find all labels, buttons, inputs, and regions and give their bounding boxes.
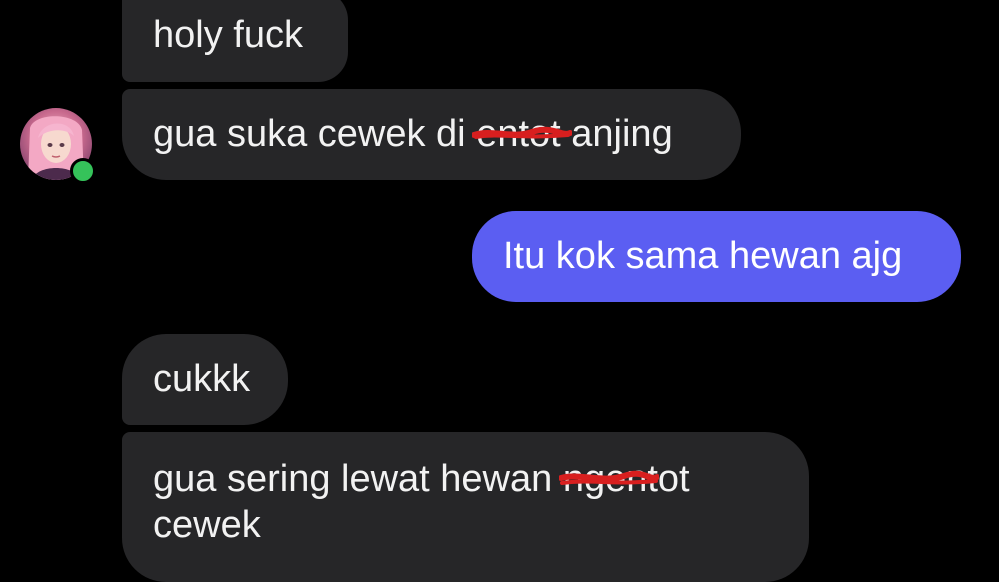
message-line: gua sering lewat hewan ngentot	[153, 456, 809, 502]
redacted-text: entot	[476, 113, 561, 155]
message-text: holy fuck	[153, 14, 303, 56]
redacted-word: entot	[472, 111, 573, 157]
message-text: gua sering lewat hewan	[153, 458, 563, 500]
message-bubble-incoming[interactable]: gua sering lewat hewan ngentot cewek	[122, 432, 809, 582]
online-status-indicator	[70, 158, 96, 184]
message-text: anjing	[560, 113, 673, 155]
redacted-word: ngentot	[558, 456, 690, 502]
message-bubble-outgoing[interactable]: Itu kok sama hewan ajg	[472, 211, 961, 302]
redacted-text: ngentot	[562, 458, 690, 500]
message-text: cukkk	[153, 358, 251, 400]
message-text: Itu kok sama hewan ajg	[503, 235, 903, 277]
message-bubble-incoming[interactable]: cukkk	[122, 334, 288, 425]
message-line: cewek	[153, 504, 261, 546]
message-text: gua suka cewek di	[153, 113, 477, 155]
message-bubble-incoming[interactable]: gua suka cewek di entot anjing	[122, 89, 741, 180]
message-bubble-incoming[interactable]: holy fuck	[122, 0, 348, 82]
